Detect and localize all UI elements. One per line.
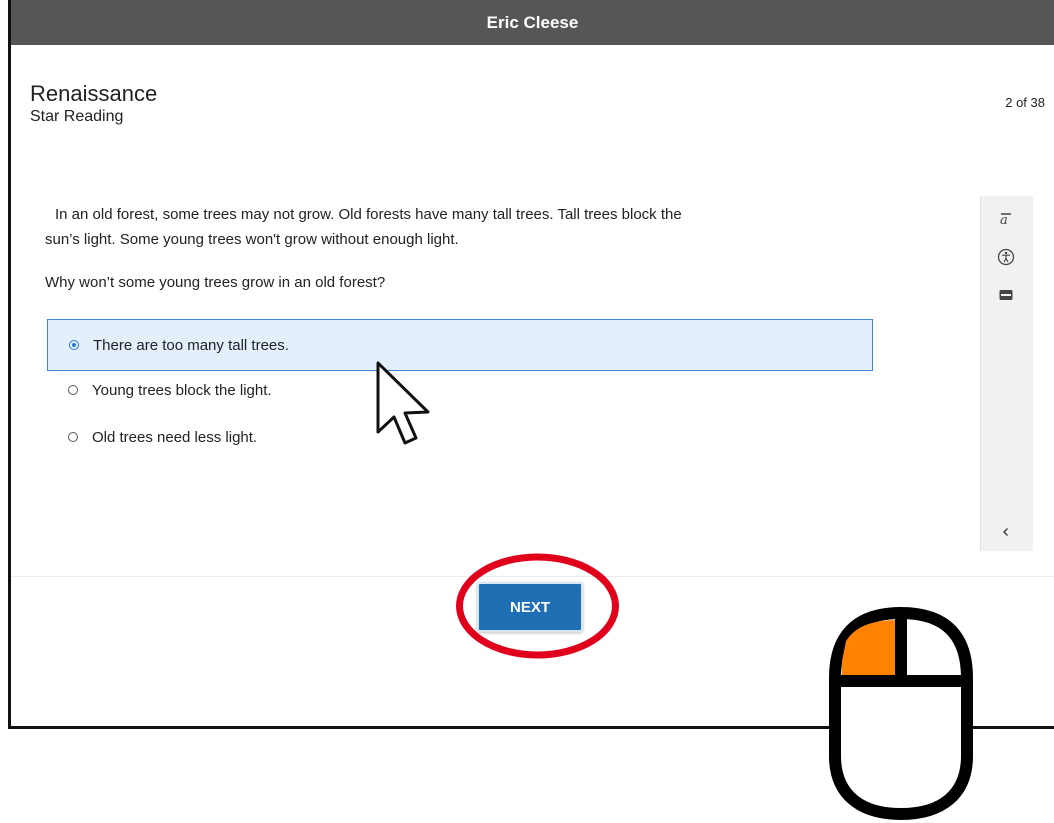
answer-label: Old trees need less light. [92, 428, 258, 446]
title-bar: Eric Cleese [11, 0, 1054, 45]
line-reader-icon[interactable] [995, 284, 1017, 306]
answer-option[interactable]: Old trees need less light. [47, 411, 873, 463]
student-name: Eric Cleese [486, 12, 579, 32]
next-button[interactable]: NEXT [477, 582, 583, 632]
radio-button[interactable] [68, 432, 78, 442]
tools-sidebar: a [980, 196, 1033, 551]
answer-label: Young trees block the light. [92, 381, 272, 399]
radio-button[interactable] [68, 385, 78, 395]
radio-button-selected[interactable] [69, 340, 79, 350]
brand-block: Renaissance Star Reading [30, 81, 157, 126]
footer-divider [11, 576, 1054, 577]
translate-icon[interactable]: a [995, 208, 1017, 230]
svg-text:a: a [1000, 213, 1008, 227]
accessibility-icon[interactable] [995, 246, 1017, 268]
question-progress: 2 of 38 [1005, 95, 1045, 110]
question-text: Why won’t some young trees grow in an ol… [45, 274, 386, 291]
answer-option[interactable]: Young trees block the light. [47, 364, 873, 416]
reading-passage: In an old forest, some trees may not gro… [45, 206, 682, 248]
brand-name: Renaissance [30, 81, 158, 106]
collapse-chevron-icon[interactable] [995, 521, 1017, 543]
product-name: Star Reading [30, 108, 124, 125]
answer-label: There are too many tall trees. [93, 336, 289, 354]
